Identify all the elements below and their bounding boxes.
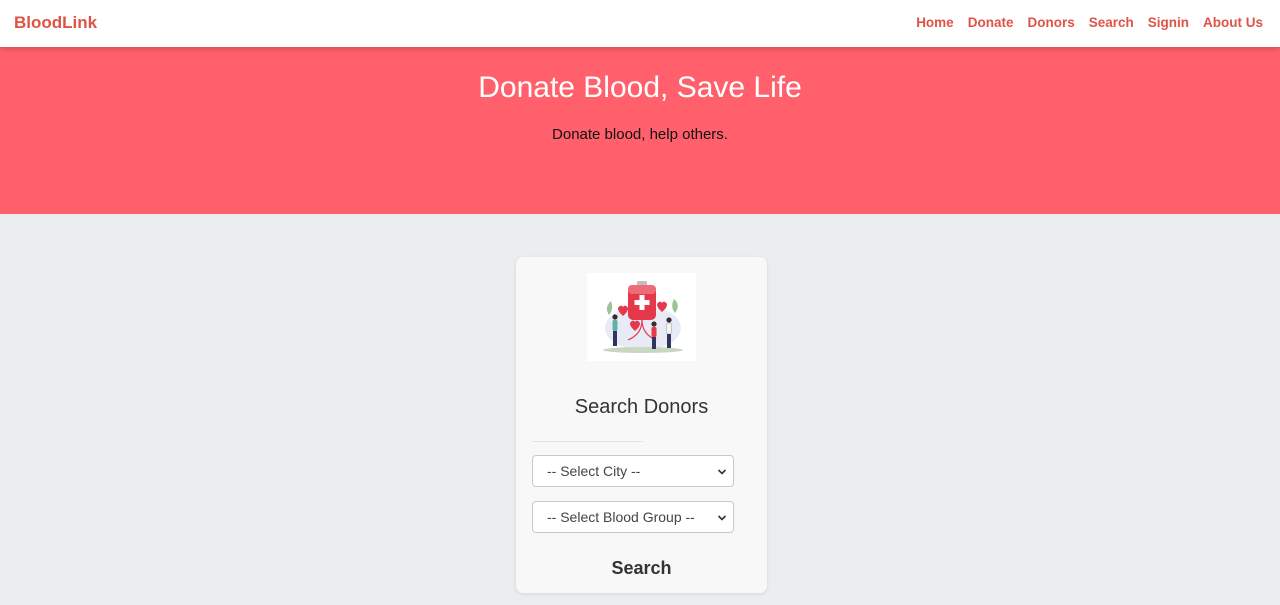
search-button[interactable]: Search (516, 558, 767, 579)
nav-about-link[interactable]: About Us (1203, 15, 1263, 30)
city-select[interactable]: -- Select City -- (532, 455, 734, 487)
hero-banner: Donate Blood, Save Life Donate blood, he… (0, 47, 1280, 214)
chevron-down-icon (717, 515, 727, 521)
search-donors-card: Search Donors -- Select City -- -- Selec… (516, 257, 767, 593)
nav-signin-link[interactable]: Signin (1148, 15, 1189, 30)
nav-search-link[interactable]: Search (1089, 15, 1134, 30)
nav-donors-link[interactable]: Donors (1027, 15, 1074, 30)
navbar: BloodLink Home Donate Donors Search Sign… (0, 0, 1280, 47)
blood-group-select-value: -- Select Blood Group -- (547, 509, 695, 525)
title-divider (532, 441, 643, 442)
chevron-down-icon (717, 469, 727, 475)
hero-title: Donate Blood, Save Life (478, 71, 802, 104)
city-select-value: -- Select City -- (547, 463, 641, 479)
search-donors-title: Search Donors (574, 396, 709, 418)
hero-subtitle: Donate blood, help others. (552, 126, 728, 143)
blood-donation-illustration (587, 273, 696, 361)
brand-logo-link[interactable]: BloodLink (14, 13, 97, 33)
blood-group-select[interactable]: -- Select Blood Group -- (532, 501, 734, 533)
nav-home-link[interactable]: Home (916, 15, 954, 30)
nav-links: Home Donate Donors Search Signin About U… (916, 15, 1263, 30)
nav-donate-link[interactable]: Donate (968, 15, 1014, 30)
